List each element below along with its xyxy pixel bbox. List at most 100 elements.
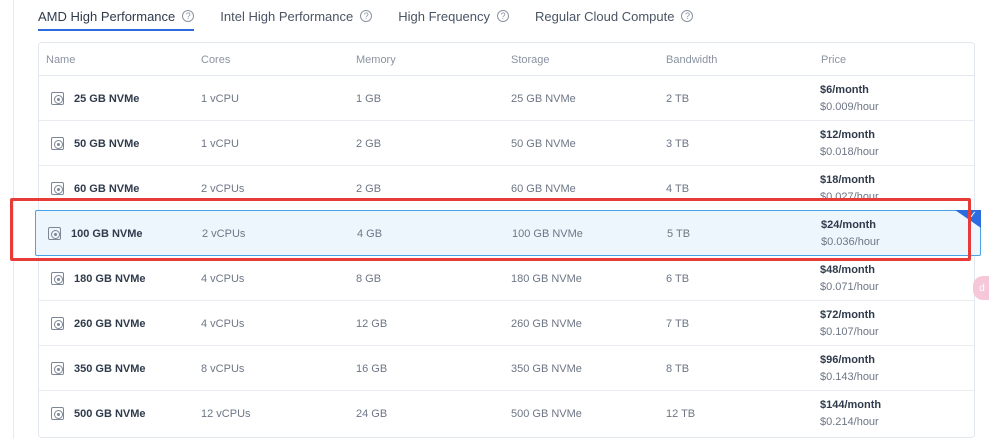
plan-name: 180 GB NVMe [74,272,146,285]
plan-memory: 24 GB [356,407,388,420]
plan-cores: 4 vCPUs [201,317,245,330]
plan-row[interactable]: 350 GB NVMe 8 vCPUs 16 GB 350 GB NVMe 8 … [39,346,974,391]
storage-icon [51,407,64,420]
storage-icon [51,92,64,105]
storage-icon [51,317,64,330]
checkmark-icon: ✓ [968,210,977,221]
price-monthly: $24/month [821,219,877,231]
help-icon[interactable]: ? [681,10,694,22]
tab-intel-high-performance[interactable]: Intel High Performance ? [220,0,373,32]
plan-storage: 500 GB NVMe [511,407,582,420]
plan-price-cell: $12/month $0.018/hour [820,121,879,166]
plan-price-cell: $18/month $0.027/hour [820,166,879,211]
price-monthly: $12/month [820,129,876,141]
tab-label: Regular Cloud Compute [535,8,675,24]
price-hourly: $0.143/hour [820,371,879,383]
plan-name-cell: 180 GB NVMe [51,256,146,301]
plan-cores: 8 vCPUs [201,362,245,375]
plan-name: 25 GB NVMe [74,92,140,105]
plan-cores: 1 vCPU [201,92,239,105]
tab-label: AMD High Performance [38,8,176,24]
storage-icon [51,362,64,375]
plan-row[interactable]: 260 GB NVMe 4 vCPUs 12 GB 260 GB NVMe 7 … [39,301,974,346]
column-header-cores: Cores [201,54,231,66]
plan-name-cell: 25 GB NVMe [51,76,139,121]
plan-row[interactable]: 25 GB NVMe 1 vCPU 1 GB 25 GB NVMe 2 TB $… [39,76,974,121]
plan-name: 500 GB NVMe [74,407,146,420]
price-monthly: $18/month [820,174,876,186]
plan-memory: 2 GB [356,182,382,195]
price-monthly: $6/month [820,84,869,96]
plan-name: 260 GB NVMe [74,317,146,330]
plan-memory: 16 GB [356,362,388,375]
plan-memory: 2 GB [356,137,382,150]
plan-price-cell: $144/month $0.214/hour [820,391,881,436]
plan-name-cell: 260 GB NVMe [51,301,146,346]
price-hourly: $0.214/hour [820,416,879,428]
column-header-memory: Memory [356,54,396,66]
plan-memory: 12 GB [356,317,388,330]
plan-type-tabs: AMD High Performance ? Intel High Perfor… [38,0,694,34]
plan-row[interactable]: 60 GB NVMe 2 vCPUs 2 GB 60 GB NVMe 4 TB … [39,166,974,211]
tab-amd-high-performance[interactable]: AMD High Performance ? [38,0,195,32]
plan-price-cell: $6/month $0.009/hour [820,76,879,121]
price-monthly: $96/month [820,354,876,366]
plan-cores: 4 vCPUs [201,272,245,285]
plan-name: 350 GB NVMe [74,362,146,375]
plan-bandwidth: 4 TB [666,182,690,195]
plan-memory: 4 GB [357,227,383,240]
plan-bandwidth: 5 TB [667,227,691,240]
plan-name-cell: 500 GB NVMe [51,391,146,436]
plan-storage: 100 GB NVMe [512,227,583,240]
plan-name-cell: 100 GB NVMe [48,211,143,256]
plan-cores: 2 vCPUs [201,182,245,195]
plan-price-cell: $96/month $0.143/hour [820,346,879,391]
plan-storage: 60 GB NVMe [511,182,576,195]
plan-storage: 180 GB NVMe [511,272,582,285]
plan-row-selected[interactable]: 100 GB NVMe 2 vCPUs 4 GB 100 GB NVMe 5 T… [35,210,981,256]
plan-storage: 25 GB NVMe [511,92,576,105]
plan-row[interactable]: 50 GB NVMe 1 vCPU 2 GB 50 GB NVMe 3 TB $… [39,121,974,166]
storage-icon [48,227,61,240]
storage-icon [51,182,64,195]
plan-price-cell: $24/month $0.036/hour [821,211,880,256]
plan-name: 100 GB NVMe [71,227,143,240]
tab-high-frequency[interactable]: High Frequency ? [398,0,510,32]
plan-name-cell: 350 GB NVMe [51,346,146,391]
plan-storage: 260 GB NVMe [511,317,582,330]
tab-label: High Frequency [398,8,491,24]
help-icon[interactable]: ? [497,10,510,22]
plan-name-cell: 50 GB NVMe [51,121,139,166]
plan-bandwidth: 2 TB [666,92,690,105]
price-hourly: $0.036/hour [821,236,880,248]
plan-price-cell: $48/month $0.071/hour [820,256,879,301]
storage-icon [51,272,64,285]
plan-memory: 1 GB [356,92,382,105]
storage-icon [51,137,64,150]
floating-feedback-badge[interactable]: d [973,276,989,300]
price-hourly: $0.018/hour [820,146,879,158]
plan-bandwidth: 3 TB [666,137,690,150]
plan-bandwidth: 7 TB [666,317,690,330]
price-monthly: $144/month [820,399,882,411]
plan-row[interactable]: 500 GB NVMe 12 vCPUs 24 GB 500 GB NVMe 1… [39,391,974,436]
price-hourly: $0.107/hour [820,326,879,338]
price-hourly: $0.071/hour [820,281,879,293]
help-icon[interactable]: ? [360,10,373,22]
selected-check-icon: ✓ [955,210,981,228]
table-header: Name Cores Memory Storage Bandwidth Pric… [39,43,974,76]
plan-name-cell: 60 GB NVMe [51,166,139,211]
price-monthly: $72/month [820,309,876,321]
column-header-price: Price [821,54,847,66]
tab-regular-cloud-compute[interactable]: Regular Cloud Compute ? [535,0,694,32]
plan-cores: 1 vCPU [201,137,239,150]
plans-table: Name Cores Memory Storage Bandwidth Pric… [35,42,981,438]
plan-row[interactable]: 180 GB NVMe 4 vCPUs 8 GB 180 GB NVMe 6 T… [39,256,974,301]
price-monthly: $48/month [820,264,876,276]
plan-name: 60 GB NVMe [74,182,140,195]
column-header-name: Name [46,54,76,66]
plan-cores: 12 vCPUs [201,407,251,420]
plan-storage: 50 GB NVMe [511,137,576,150]
help-icon[interactable]: ? [182,10,195,22]
plan-bandwidth: 12 TB [666,407,696,420]
